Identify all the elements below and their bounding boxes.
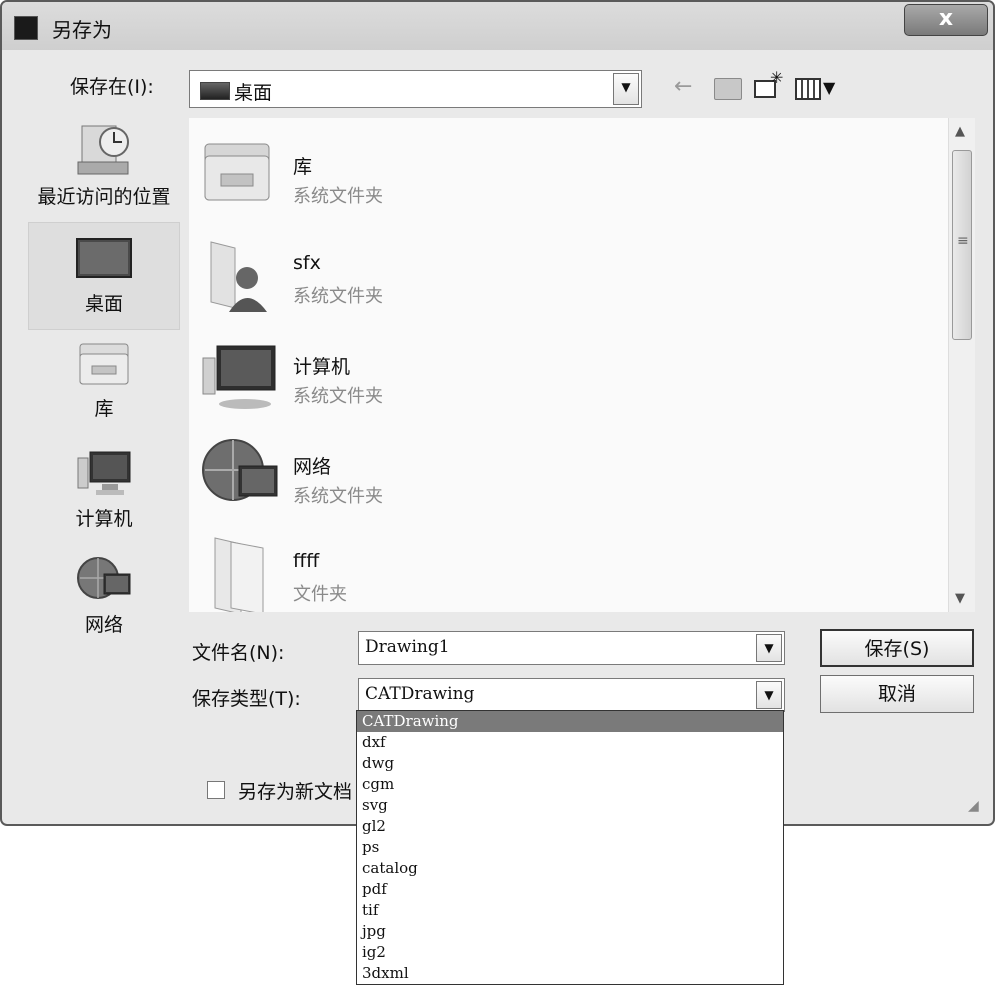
filetype-option[interactable]: tif	[357, 900, 783, 921]
file-name: 库	[293, 156, 313, 178]
file-type: 系统文件夹	[293, 486, 383, 507]
save-in-value: 桌面	[234, 82, 273, 104]
filetype-option[interactable]: gl2	[357, 816, 783, 837]
place-computer-label: 计算机	[75, 508, 133, 530]
desktop-icon	[76, 238, 132, 278]
file-type: 文件夹	[293, 584, 347, 605]
scroll-thumb[interactable]: ≡	[952, 150, 972, 340]
computer-icon	[77, 451, 131, 495]
filetype-option[interactable]: svg	[357, 795, 783, 816]
file-item-ffff[interactable]: ffff 文件夹	[201, 524, 901, 612]
save-as-dialog: 另存为 x 保存在(I): 桌面 ▼ ← ✳ ▼ 最近访问的位置 桌面 库 计算…	[0, 0, 995, 826]
filetype-option[interactable]: ps	[357, 837, 783, 858]
user-folder-icon	[210, 241, 267, 312]
file-item-library[interactable]: 库 系统文件夹	[201, 126, 901, 218]
save-button[interactable]: 保存(S)	[820, 629, 974, 667]
close-button[interactable]: x	[904, 4, 988, 36]
recent-places-icon	[77, 125, 129, 175]
computer-icon	[202, 345, 276, 409]
chevron-down-icon[interactable]: ▼	[823, 78, 835, 97]
views-menu-icon[interactable]	[795, 78, 821, 100]
chevron-down-icon[interactable]: ▼	[756, 681, 782, 709]
file-list-scrollbar[interactable]: ▲ ≡ ▼	[948, 118, 975, 612]
filetype-select[interactable]: CATDrawing ▼	[358, 678, 785, 712]
chevron-down-icon[interactable]: ▼	[756, 634, 782, 662]
network-icon	[202, 439, 278, 501]
place-network[interactable]: 网络	[28, 554, 180, 650]
file-type: 系统文件夹	[293, 186, 383, 207]
filetype-option[interactable]: pdf	[357, 879, 783, 900]
file-name: ffff	[293, 550, 320, 572]
cancel-button[interactable]: 取消	[820, 675, 974, 713]
filetype-option[interactable]: dwg	[357, 753, 783, 774]
filetype-option[interactable]: catalog	[357, 858, 783, 879]
filetype-option[interactable]: ig2	[357, 942, 783, 963]
folder-icon	[214, 537, 264, 612]
place-library[interactable]: 库	[28, 338, 180, 434]
filename-label: 文件名(N):	[192, 642, 285, 664]
filename-value: Drawing1	[365, 637, 450, 657]
scroll-up-icon[interactable]: ▲	[955, 124, 965, 139]
library-icon	[79, 343, 129, 385]
file-item-computer[interactable]: 计算机 系统文件夹	[201, 326, 901, 418]
save-in-combo[interactable]: 桌面 ▼	[189, 70, 642, 108]
app-icon	[14, 16, 38, 40]
filetype-dropdown-list[interactable]: CATDrawing dxf dwg cgm svg gl2 ps catalo…	[356, 710, 784, 985]
file-name: sfx	[293, 252, 321, 274]
checkbox-label: 另存为新文档	[238, 781, 353, 803]
file-name: 计算机	[293, 356, 351, 378]
filetype-value: CATDrawing	[365, 684, 475, 704]
resize-grip-icon[interactable]: ◢	[968, 798, 979, 814]
chevron-down-icon[interactable]: ▼	[613, 73, 639, 105]
filename-input[interactable]: Drawing1 ▼	[358, 631, 785, 665]
up-folder-icon[interactable]	[714, 78, 742, 100]
place-library-label: 库	[94, 398, 114, 420]
save-as-new-checkbox[interactable]	[207, 781, 225, 799]
scroll-down-icon[interactable]: ▼	[955, 591, 965, 606]
save-in-label: 保存在(I):	[70, 76, 154, 98]
place-desktop-label: 桌面	[84, 293, 123, 315]
grip-icon: ≡	[957, 233, 969, 249]
place-computer[interactable]: 计算机	[28, 448, 180, 544]
place-network-label: 网络	[84, 614, 123, 636]
network-icon	[77, 557, 131, 599]
filetype-option[interactable]: jpg	[357, 921, 783, 942]
sparkle-icon: ✳	[770, 68, 784, 87]
file-name: 网络	[293, 456, 332, 478]
filetype-option[interactable]: dxf	[357, 732, 783, 753]
file-type: 系统文件夹	[293, 286, 383, 307]
filetype-option[interactable]: cgm	[357, 774, 783, 795]
file-type: 系统文件夹	[293, 386, 383, 407]
file-item-sfx[interactable]: sfx 系统文件夹	[201, 226, 901, 318]
place-recent-label: 最近访问的位置	[37, 186, 171, 208]
place-desktop[interactable]: 桌面	[28, 222, 180, 330]
filetype-option[interactable]: CATDrawing	[357, 711, 783, 732]
title-bar[interactable]: 另存为 x	[2, 2, 993, 50]
filetype-label: 保存类型(T):	[192, 688, 301, 710]
file-item-network[interactable]: 网络 系统文件夹	[201, 426, 901, 518]
desktop-icon	[200, 82, 230, 100]
window-title: 另存为	[52, 18, 112, 42]
filetype-option[interactable]: 3dxml	[357, 963, 783, 984]
library-folder-icon	[204, 143, 270, 201]
back-arrow-icon[interactable]: ←	[674, 74, 692, 99]
place-recent[interactable]: 最近访问的位置	[28, 118, 180, 220]
file-list[interactable]: 库 系统文件夹 sfx 系统文件夹 计算机 系统文件夹 网络 系统文件夹 fff…	[189, 118, 975, 612]
